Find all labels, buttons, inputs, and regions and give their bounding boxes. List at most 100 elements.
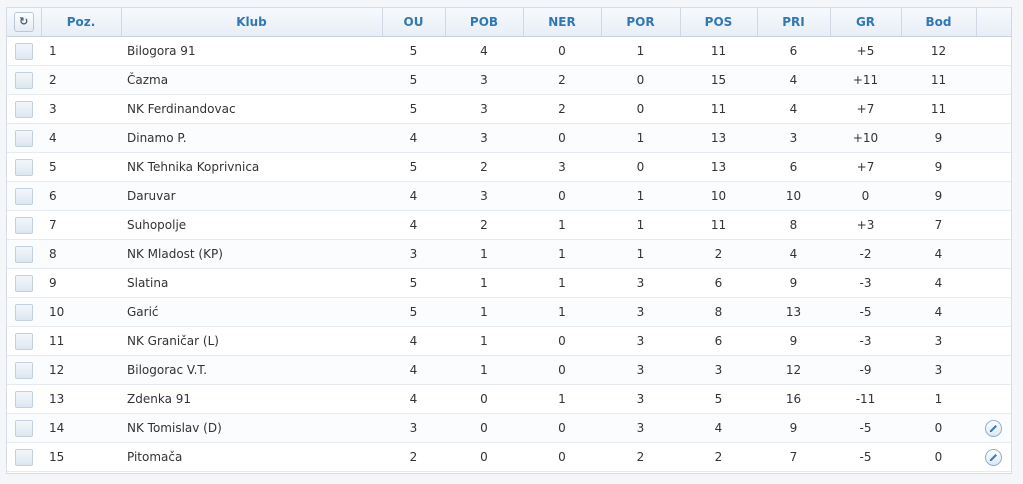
row-actions-cell xyxy=(976,413,1011,443)
cell-pos: 8 xyxy=(680,297,757,327)
table-row[interactable]: 12 Bilogorac V.T. 4 1 0 3 3 12 -9 3 xyxy=(7,355,1011,385)
cell-ou: 4 xyxy=(382,210,445,240)
column-header-klub[interactable]: Klub xyxy=(121,8,383,37)
row-select-cell[interactable] xyxy=(7,181,41,211)
row-actions-cell xyxy=(976,94,1011,124)
table-row[interactable]: 8 NK Mladost (KP) 3 1 1 1 2 4 -2 4 xyxy=(7,239,1011,269)
refresh-icon[interactable]: ↻ xyxy=(13,12,34,32)
cell-por: 1 xyxy=(601,36,680,66)
cell-pri: 16 xyxy=(757,384,830,414)
table-row[interactable]: 9 Slatina 5 1 1 3 6 9 -3 4 xyxy=(7,268,1011,298)
row-checkbox[interactable] xyxy=(15,361,33,379)
cell-pos: 6 xyxy=(680,268,757,298)
cell-klub: NK Graničar (L) xyxy=(121,326,382,356)
table-row[interactable]: 6 Daruvar 4 3 0 1 10 10 0 9 xyxy=(7,181,1011,211)
column-header-bod[interactable]: Bod xyxy=(901,8,977,37)
row-checkbox[interactable] xyxy=(15,448,33,466)
cell-pri: 6 xyxy=(757,36,830,66)
row-select-cell[interactable] xyxy=(7,123,41,153)
row-checkbox[interactable] xyxy=(15,216,33,234)
cell-klub: Garić xyxy=(121,297,382,327)
row-select-cell[interactable] xyxy=(7,442,41,472)
cell-por: 3 xyxy=(601,297,680,327)
cell-poz: 4 xyxy=(41,123,121,153)
row-select-cell[interactable] xyxy=(7,326,41,356)
cell-klub: Pitomača xyxy=(121,442,382,472)
row-checkbox[interactable] xyxy=(15,100,33,118)
cell-klub: Čazma xyxy=(121,65,382,95)
row-checkbox[interactable] xyxy=(15,419,33,437)
row-select-cell[interactable] xyxy=(7,152,41,182)
row-actions-cell xyxy=(976,123,1011,153)
row-checkbox[interactable] xyxy=(15,274,33,292)
refresh-header-cell[interactable]: ↻ xyxy=(7,8,42,37)
table-row[interactable]: 1 Bilogora 91 5 4 0 1 11 6 +5 12 xyxy=(7,36,1011,66)
row-actions-cell xyxy=(976,36,1011,66)
table-row[interactable]: 13 Zdenka 91 4 0 1 3 5 16 -11 1 xyxy=(7,384,1011,414)
table-row[interactable]: 11 NK Graničar (L) 4 1 0 3 6 9 -3 3 xyxy=(7,326,1011,356)
row-select-cell[interactable] xyxy=(7,65,41,95)
cell-ou: 5 xyxy=(382,94,445,124)
cell-por: 3 xyxy=(601,384,680,414)
table-row[interactable]: 10 Garić 5 1 1 3 8 13 -5 4 xyxy=(7,297,1011,327)
row-checkbox[interactable] xyxy=(15,390,33,408)
table-row[interactable]: 7 Suhopolje 4 2 1 1 11 8 +3 7 xyxy=(7,210,1011,240)
cell-poz: 12 xyxy=(41,355,121,385)
cell-pri: 3 xyxy=(757,123,830,153)
cell-klub: Zdenka 91 xyxy=(121,384,382,414)
edit-pencil-icon[interactable] xyxy=(985,419,1002,437)
cell-pob: 0 xyxy=(445,442,523,472)
cell-poz: 7 xyxy=(41,210,121,240)
cell-klub: Dinamo P. xyxy=(121,123,382,153)
row-checkbox[interactable] xyxy=(15,245,33,263)
row-select-cell[interactable] xyxy=(7,268,41,298)
edit-pencil-icon[interactable] xyxy=(985,448,1002,466)
cell-poz: 6 xyxy=(41,181,121,211)
row-select-cell[interactable] xyxy=(7,413,41,443)
cell-ner: 1 xyxy=(523,297,601,327)
cell-gr: -2 xyxy=(830,239,901,269)
cell-poz: 15 xyxy=(41,442,121,472)
column-header-pri[interactable]: PRI xyxy=(757,8,831,37)
row-select-cell[interactable] xyxy=(7,297,41,327)
table-row[interactable]: 5 NK Tehnika Koprivnica 5 2 3 0 13 6 +7 9 xyxy=(7,152,1011,182)
cell-gr: +3 xyxy=(830,210,901,240)
row-select-cell[interactable] xyxy=(7,36,41,66)
table-row[interactable]: 2 Čazma 5 3 2 0 15 4 +11 11 xyxy=(7,65,1011,95)
cell-ou: 4 xyxy=(382,181,445,211)
column-header-pob[interactable]: POB xyxy=(445,8,524,37)
row-select-cell[interactable] xyxy=(7,94,41,124)
column-header-ner[interactable]: NER xyxy=(523,8,602,37)
cell-ou: 2 xyxy=(382,442,445,472)
row-actions-cell xyxy=(976,355,1011,385)
cell-gr: -3 xyxy=(830,268,901,298)
table-row[interactable]: 4 Dinamo P. 4 3 0 1 13 3 +10 9 xyxy=(7,123,1011,153)
cell-pri: 9 xyxy=(757,268,830,298)
column-header-pos[interactable]: POS xyxy=(680,8,758,37)
row-checkbox[interactable] xyxy=(15,303,33,321)
row-checkbox[interactable] xyxy=(15,71,33,89)
row-select-cell[interactable] xyxy=(7,210,41,240)
cell-ner: 3 xyxy=(523,152,601,182)
table-row[interactable]: 14 NK Tomislav (D) 3 0 0 3 4 9 -5 0 xyxy=(7,413,1011,443)
row-select-cell[interactable] xyxy=(7,239,41,269)
row-checkbox[interactable] xyxy=(15,332,33,350)
row-checkbox[interactable] xyxy=(15,129,33,147)
row-checkbox[interactable] xyxy=(15,158,33,176)
row-select-cell[interactable] xyxy=(7,384,41,414)
row-select-cell[interactable] xyxy=(7,355,41,385)
row-checkbox[interactable] xyxy=(15,187,33,205)
cell-pos: 5 xyxy=(680,384,757,414)
column-header-por[interactable]: POR xyxy=(601,8,681,37)
table-row[interactable]: 3 NK Ferdinandovac 5 3 2 0 11 4 +7 11 xyxy=(7,94,1011,124)
cell-ner: 1 xyxy=(523,268,601,298)
column-header-gr[interactable]: GR xyxy=(830,8,902,37)
column-header-ou[interactable]: OU xyxy=(382,8,446,37)
cell-gr: +5 xyxy=(830,36,901,66)
column-header-poz[interactable]: Poz. xyxy=(41,8,122,37)
row-checkbox[interactable] xyxy=(15,42,33,60)
table-row[interactable]: 15 Pitomača 2 0 0 2 2 7 -5 0 xyxy=(7,442,1011,472)
column-header-actions xyxy=(976,8,1012,37)
cell-por: 0 xyxy=(601,152,680,182)
cell-pob: 1 xyxy=(445,268,523,298)
